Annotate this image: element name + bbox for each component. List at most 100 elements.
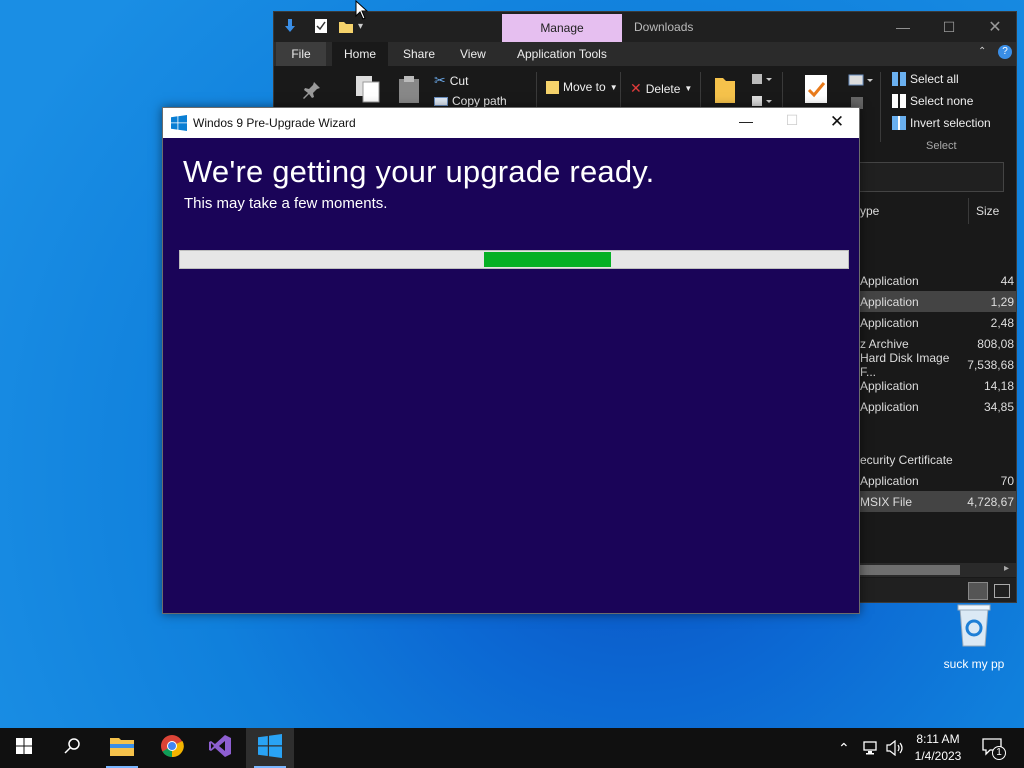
file-list-row[interactable]: MSIX File 4,728,67 [848, 491, 1016, 512]
download-arrow-icon[interactable] [282, 18, 298, 37]
column-header-type[interactable]: ype [860, 204, 879, 218]
select-all-button[interactable]: Select all [892, 72, 959, 86]
select-all-icon [892, 72, 906, 86]
select-none-button[interactable]: Select none [892, 94, 973, 108]
tab-application-tools[interactable]: Application Tools [505, 42, 619, 66]
action-center-button[interactable]: 1 [982, 728, 1006, 768]
copy-path-label: Copy path [452, 94, 507, 108]
dropdown-arrow-icon: ▼ [684, 84, 693, 93]
ribbon-divider [880, 72, 881, 142]
copy-path-icon [434, 96, 448, 106]
column-header-size[interactable]: Size [976, 204, 999, 218]
help-icon[interactable]: ? [998, 45, 1012, 59]
file-size-cell: 44 [1000, 273, 1014, 288]
volume-icon[interactable] [886, 728, 904, 768]
invert-selection-label: Invert selection [910, 116, 991, 130]
file-size-cell: 2,48 [990, 315, 1014, 330]
properties-icon[interactable] [314, 18, 328, 37]
scrollbar-thumb[interactable] [860, 565, 960, 575]
paste-icon[interactable] [398, 76, 420, 107]
invert-selection-button[interactable]: Invert selection [892, 116, 991, 130]
taskbar-visual-studio[interactable] [196, 728, 244, 768]
taskbar-chrome[interactable] [148, 728, 196, 768]
search-input[interactable] [856, 162, 1004, 192]
taskbar-upgrade-wizard[interactable] [246, 728, 294, 768]
search-button[interactable] [48, 728, 96, 768]
select-none-icon [892, 94, 906, 108]
recycle-bin-label: suck my pp [943, 657, 1005, 671]
file-list-row[interactable] [848, 417, 1016, 438]
ribbon-group-select: Select [926, 140, 957, 152]
delete-label: Delete [645, 81, 681, 96]
windows-logo-icon [171, 115, 187, 134]
move-to-button[interactable]: Move to ▼ [546, 80, 618, 94]
details-view-icon[interactable] [968, 582, 988, 600]
minimize-icon[interactable]: — [880, 16, 926, 38]
file-size-cell: 4,728,67 [967, 494, 1014, 509]
start-icon [16, 737, 32, 759]
system-clock[interactable]: 8:11 AM 1/4/2023 [904, 731, 972, 765]
tab-file[interactable]: File [276, 42, 326, 66]
scroll-right-arrow-icon[interactable]: ▸ [1004, 563, 1009, 574]
notification-icon: 1 [982, 737, 1006, 760]
file-size-cell: 7,538,68 [967, 357, 1014, 372]
minimize-icon[interactable]: — [723, 113, 769, 129]
visual-studio-icon [208, 734, 232, 763]
search-icon [64, 737, 80, 759]
maximize-icon[interactable]: ☐ [926, 16, 972, 38]
recycle-bin-icon [954, 602, 994, 651]
move-to-label: Move to [563, 80, 606, 94]
pin-icon[interactable] [302, 80, 322, 103]
collapse-ribbon-icon[interactable]: ⌃ [978, 46, 986, 57]
dropdown-arrow-icon: ▼ [609, 82, 618, 92]
tab-share[interactable]: Share [391, 42, 447, 66]
file-list-row[interactable]: Application 70 [848, 470, 1016, 491]
windows-wizard-icon [258, 733, 282, 763]
cut-label: Cut [449, 73, 469, 88]
file-size-cell: 1,29 [990, 294, 1014, 309]
file-list-row[interactable]: Application 2,48 [848, 312, 1016, 333]
copy-path-button[interactable]: Copy path [434, 94, 507, 108]
taskbar-file-explorer[interactable] [98, 728, 146, 768]
show-hidden-icons-icon[interactable]: ⌃ [838, 728, 850, 768]
properties-large-icon[interactable] [804, 74, 828, 107]
column-divider[interactable] [968, 198, 969, 224]
clock-time: 8:11 AM [916, 732, 960, 746]
tab-view[interactable]: View [448, 42, 498, 66]
file-size-cell: 70 [1000, 473, 1014, 488]
start-button[interactable] [0, 728, 48, 768]
file-list-row[interactable]: Application 14,18 [848, 375, 1016, 396]
copy-icon[interactable] [354, 74, 382, 107]
network-icon[interactable] [862, 728, 880, 768]
delete-x-icon: ✕ [630, 80, 642, 96]
file-list-row[interactable]: Application 34,85 [848, 396, 1016, 417]
close-icon[interactable]: ✕ [972, 16, 1016, 38]
progress-bar [179, 250, 849, 269]
tab-home[interactable]: Home [332, 42, 389, 66]
new-folder-large-icon[interactable] [714, 74, 736, 107]
new-item-icon[interactable] [750, 72, 772, 91]
new-folder-icon[interactable] [338, 18, 354, 37]
upgrade-wizard-window[interactable]: Windos 9 Pre-Upgrade Wizard — ☐ ✕ We're … [162, 107, 860, 614]
invert-selection-icon [892, 116, 906, 130]
wizard-title: Windos 9 Pre-Upgrade Wizard [193, 116, 356, 130]
file-list-row[interactable]: Hard Disk Image F... 7,538,68 [848, 351, 1016, 379]
open-icon[interactable] [848, 74, 874, 91]
file-size-cell: 808,08 [977, 336, 1014, 351]
recycle-bin-desktop-icon[interactable]: suck my pp [938, 602, 1010, 671]
select-all-label: Select all [910, 72, 959, 86]
close-icon[interactable]: ✕ [815, 112, 859, 132]
chrome-icon [160, 734, 184, 763]
delete-button[interactable]: ✕ Delete ▼ [630, 80, 692, 97]
wizard-titlebar[interactable]: Windos 9 Pre-Upgrade Wizard — ☐ ✕ [163, 108, 859, 138]
move-to-icon [546, 80, 559, 94]
cut-button[interactable]: ✂ Cut [434, 72, 468, 89]
file-list-row[interactable]: ecurity Certificate [848, 449, 1016, 470]
explorer-window-title: Downloads [634, 20, 694, 34]
file-list-row[interactable]: Application 1,29 [848, 291, 1016, 312]
progress-bar-fill [483, 252, 611, 267]
file-type-cell: ecurity Certificate [860, 452, 953, 467]
large-icons-view-icon[interactable] [994, 584, 1010, 598]
tab-manage[interactable]: Manage [502, 14, 622, 42]
file-list-row[interactable]: Application 44 [848, 270, 1016, 291]
